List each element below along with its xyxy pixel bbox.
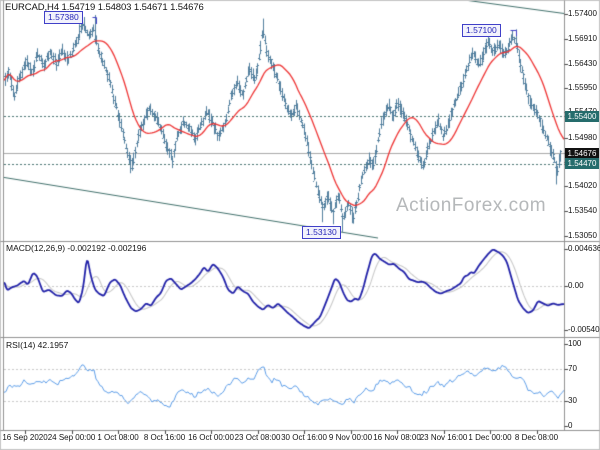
date-label: 16 Oct 00:00 [188, 433, 234, 442]
date-label: 9 Nov 00:00 [328, 433, 373, 442]
rsi-axis-label: 100 [568, 339, 582, 348]
date-label: 16 Sep 2020 [2, 433, 48, 442]
chart-header-ohlc: EURCAD,H4 1.54719 1.54803 1.54671 1.5467… [5, 2, 204, 13]
date-label: 23 Nov 16:00 [419, 433, 468, 442]
date-label: 24 Sep 00:00 [47, 433, 96, 442]
rsi-axis-label: 70 [568, 363, 577, 373]
date-label: 16 Nov 08:00 [373, 433, 421, 442]
price-tag-nov-low: 1.53130 [302, 226, 341, 239]
time-axis[interactable]: 16 Sep 2020 24 Sep 00:00 1 Oct 08:00 8 Oct … [0, 431, 600, 449]
rsi-axis-label: 0 [568, 421, 573, 430]
date-label: 8 Dec 08:00 [514, 433, 559, 442]
rsi-indicator-label: RSI(14) 42.1957 [6, 340, 69, 350]
date-label: 8 Oct 16:00 [143, 433, 186, 442]
macd-indicator-label: MACD(12,26,9) -0.002192 -0.002196 [6, 243, 147, 253]
date-label: 23 Oct 08:00 [234, 433, 281, 442]
price-tag-sep-high: 1.57380 [44, 11, 83, 24]
actionforex-watermark: ActionForex.com [396, 195, 547, 216]
date-label: 1 Oct 08:00 [97, 433, 139, 442]
date-label: 30 Oct 16:00 [281, 433, 327, 442]
chart-window: ActionForex.com EURCAD,H4 1.54719 1.5480… [0, 0, 600, 450]
price-tag-dec-high: 1.57100 [462, 24, 501, 37]
rsi-axis-label: 30 [568, 396, 577, 406]
rsi-axis[interactable]: 100 70 30 0 [565, 0, 600, 430]
date-label: 1 Dec 00:00 [468, 433, 512, 442]
price-chart-canvas[interactable] [0, 0, 600, 450]
